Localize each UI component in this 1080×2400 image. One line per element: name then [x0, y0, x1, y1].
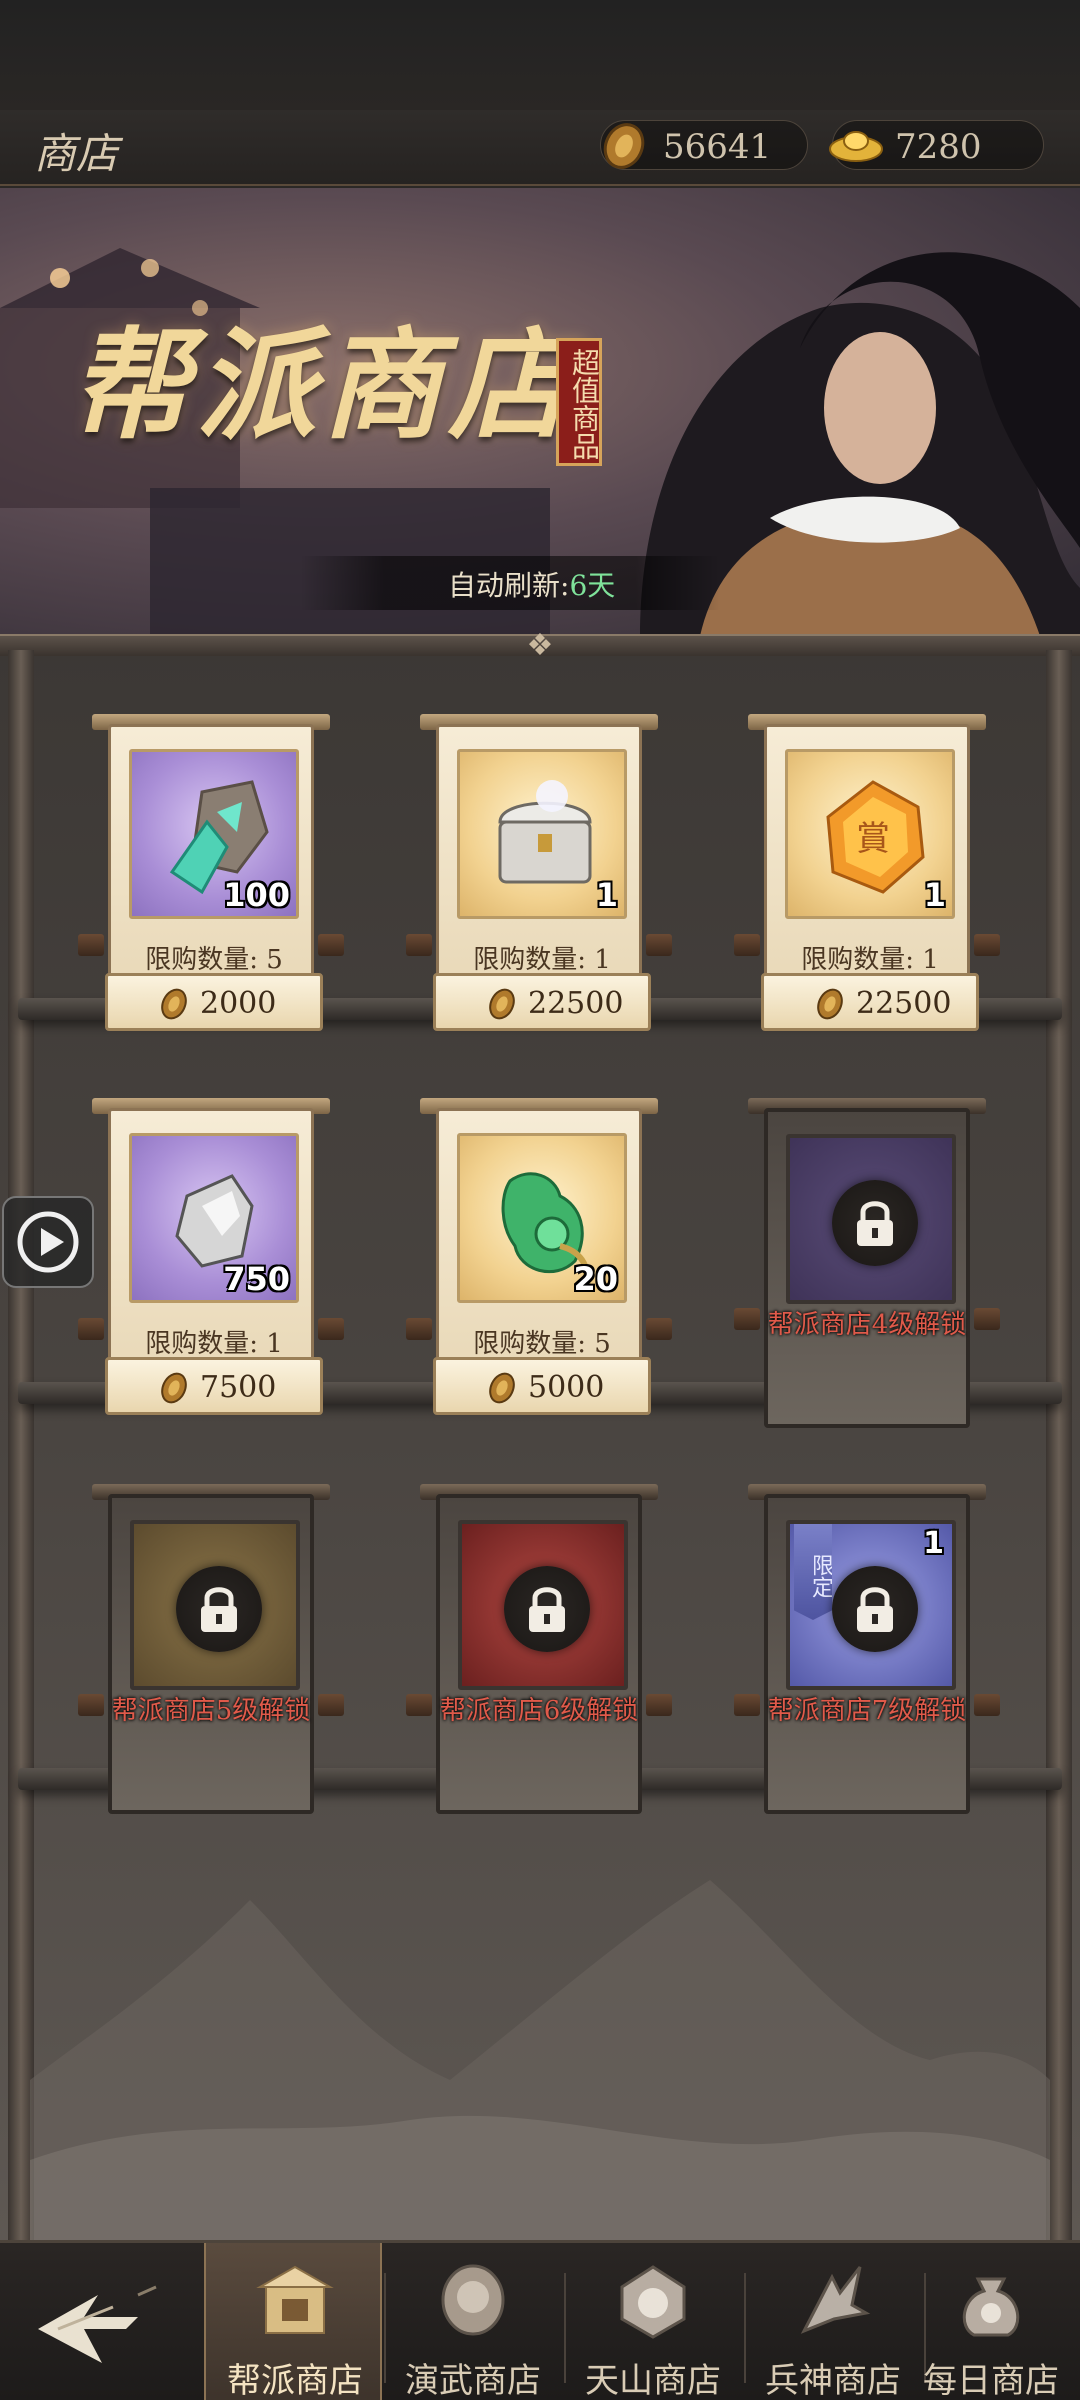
unlock-requirement: 帮派商店4级解锁	[767, 1310, 967, 1340]
item-price: 22500	[856, 986, 952, 1021]
page-title: 商店	[34, 129, 119, 178]
gold-amount: 7280	[895, 127, 982, 167]
tab-weapon-shop[interactable]: 兵神商店	[744, 2243, 922, 2400]
shop-item-3[interactable]: 賞 1 限购数量: 1 22500	[734, 714, 1000, 1062]
item-quantity: 1	[923, 876, 946, 914]
tab-label: 每日商店	[923, 2361, 1059, 2400]
price-tag: 2000	[105, 973, 323, 1031]
lock-icon	[529, 1587, 565, 1632]
unlock-requirement: 帮派商店7级解锁	[767, 1696, 967, 1726]
bronze-coin-icon	[817, 988, 843, 1020]
tab-label: 兵神商店	[765, 2361, 901, 2400]
purchase-limit: 限购数量: 1	[801, 945, 939, 975]
back-button[interactable]	[18, 2267, 168, 2387]
price-tag: 5000	[433, 1357, 651, 1415]
shop-item-1[interactable]: 100 限购数量: 5 2000	[78, 714, 344, 1062]
weapon-shop-icon	[800, 2266, 871, 2334]
daily-shop-icon	[962, 2277, 1020, 2337]
limited-tag: 限定	[794, 1524, 832, 1620]
item-quantity: 20	[573, 1260, 618, 1298]
shop-item-2[interactable]: 1 限购数量: 1 22500	[406, 714, 672, 1062]
lock-icon	[857, 1587, 893, 1632]
coin-currency[interactable]: 56641	[600, 120, 808, 170]
gold-currency[interactable]: 7280	[829, 120, 1044, 170]
locked-slot-3[interactable]: 帮派商店6级解锁	[406, 1484, 672, 1832]
gang-shop-icon	[256, 2265, 334, 2334]
tab-daily-shop[interactable]: 每日商店	[902, 2243, 1080, 2400]
bronze-coin-icon	[161, 988, 187, 1020]
bronze-coin-icon	[161, 1372, 187, 1404]
purchase-limit: 限购数量: 1	[145, 1329, 283, 1359]
tab-gang-shop[interactable]: 帮派商店	[204, 2243, 382, 2400]
top-bar: 商店 56641 7280	[0, 110, 1080, 186]
locked-slot-1[interactable]: 帮派商店4级解锁	[734, 1098, 1000, 1446]
item-quantity: 750	[223, 1260, 290, 1298]
purchase-limit: 限购数量: 5	[145, 945, 283, 975]
item-price: 7500	[200, 1370, 277, 1405]
ornament-icon: ❖	[526, 628, 554, 663]
price-tag: 7500	[105, 1357, 323, 1415]
purchase-limit: 限购数量: 1	[473, 945, 611, 975]
banner-title: 帮派商店	[70, 315, 574, 456]
shop-item-5[interactable]: 20 限购数量: 5 5000	[406, 1098, 672, 1446]
tianshan-shop-icon	[620, 2265, 686, 2339]
refresh-days: 6天	[569, 569, 616, 602]
item-price: 22500	[528, 986, 624, 1021]
shop-banner: 帮派商店 超值商品 自动刷新:6天	[0, 188, 1080, 636]
purchase-limit: 限购数量: 5	[473, 1329, 611, 1359]
bronze-coin-icon	[489, 988, 515, 1020]
replay-button[interactable]	[2, 1196, 94, 1288]
item-quantity: 1	[923, 1526, 944, 1561]
locked-slot-4[interactable]: 限定 1 帮派商店7级解锁	[734, 1484, 1000, 1832]
gold-ingot-icon	[829, 131, 883, 162]
status-area	[0, 0, 1080, 110]
tab-martial-shop[interactable]: 演武商店	[384, 2243, 562, 2400]
tab-label: 帮派商店	[227, 2361, 363, 2400]
lock-icon	[857, 1201, 893, 1246]
svg-text:賞: 賞	[856, 819, 890, 859]
auto-refresh: 自动刷新:6天	[300, 556, 720, 610]
item-price: 5000	[528, 1370, 605, 1405]
unlock-requirement: 帮派商店5级解锁	[111, 1696, 311, 1726]
bronze-coin-icon	[603, 123, 645, 169]
locked-slot-2[interactable]: 帮派商店5级解锁	[78, 1484, 344, 1832]
price-tag: 22500	[433, 973, 651, 1031]
item-price: 2000	[200, 986, 277, 1021]
martial-shop-icon	[441, 2264, 505, 2336]
coin-amount: 56641	[663, 127, 772, 167]
item-quantity: 1	[595, 876, 618, 914]
price-tag: 22500	[761, 973, 979, 1031]
unlock-requirement: 帮派商店6级解锁	[439, 1696, 639, 1726]
back-arrow-icon	[38, 2285, 157, 2363]
lock-icon	[201, 1587, 237, 1632]
tab-label: 演武商店	[405, 2361, 541, 2400]
tab-tianshan-shop[interactable]: 天山商店	[564, 2243, 742, 2400]
shop-item-4[interactable]: 750 限购数量: 1 7500	[78, 1098, 344, 1446]
value-badge: 超值商品	[556, 338, 602, 466]
tab-label: 天山商店	[585, 2361, 721, 2400]
bronze-coin-icon	[489, 1372, 515, 1404]
panel-top-rail: ❖	[0, 628, 1080, 663]
refresh-label: 自动刷新:	[448, 569, 570, 602]
mountain-backdrop	[30, 1880, 1050, 2240]
item-quantity: 100	[223, 876, 290, 914]
play-circle-icon	[17, 1211, 79, 1273]
bottom-nav: 帮派商店 演武商店 天山商店 兵神商店 每日商店	[0, 2240, 1080, 2400]
